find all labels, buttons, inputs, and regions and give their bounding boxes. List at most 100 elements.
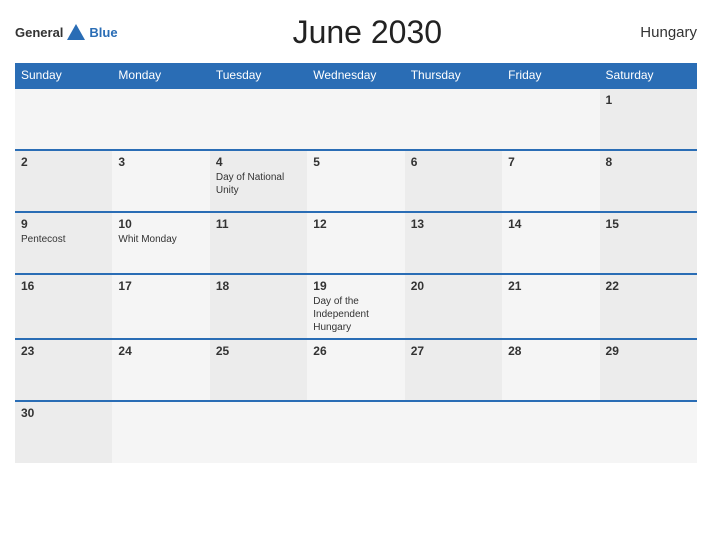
- calendar-day-cell: [405, 401, 502, 463]
- calendar-day-cell: [502, 88, 599, 150]
- day-number: 24: [118, 344, 203, 358]
- calendar-day-cell: 12: [307, 212, 404, 274]
- day-number: 20: [411, 279, 496, 293]
- calendar-day-cell: 24: [112, 339, 209, 401]
- day-number: 23: [21, 344, 106, 358]
- calendar-table: SundayMondayTuesdayWednesdayThursdayFrid…: [15, 63, 697, 463]
- calendar-week-row: 234 Day of National Unity 5678: [15, 150, 697, 212]
- calendar-week-row: 9 Pentecost 10 Whit Monday 11 12 13 14 15: [15, 212, 697, 274]
- logo-icon: [65, 22, 87, 44]
- day-number: 7: [508, 155, 593, 169]
- weekday-header: Wednesday: [307, 63, 404, 88]
- day-event: Pentecost: [21, 233, 106, 246]
- day-number: 29: [606, 344, 691, 358]
- day-number: 8: [606, 155, 691, 169]
- calendar-day-cell: [210, 401, 307, 463]
- calendar-day-cell: 22: [600, 274, 697, 339]
- calendar-day-cell: [210, 88, 307, 150]
- calendar-day-cell: 19 Day of the Independent Hungary: [307, 274, 404, 339]
- calendar-day-cell: 27: [405, 339, 502, 401]
- weekday-header: Thursday: [405, 63, 502, 88]
- calendar-day-cell: 30: [15, 401, 112, 463]
- logo-general-text: General: [15, 25, 63, 40]
- calendar-day-cell: 6: [405, 150, 502, 212]
- day-number: 16: [21, 279, 106, 293]
- logo-blue-text: Blue: [89, 25, 117, 40]
- day-number: 30: [21, 406, 106, 420]
- weekday-header: Friday: [502, 63, 599, 88]
- calendar-day-cell: 11: [210, 212, 307, 274]
- calendar-header: General Blue June 2030 Hungary: [15, 10, 697, 55]
- country-name: Hungary: [617, 24, 697, 41]
- day-number: 3: [118, 155, 203, 169]
- day-number: 2: [21, 155, 106, 169]
- calendar-day-cell: [112, 401, 209, 463]
- calendar-day-cell: 16: [15, 274, 112, 339]
- calendar-day-cell: [15, 88, 112, 150]
- day-number: 26: [313, 344, 398, 358]
- calendar-day-cell: 1: [600, 88, 697, 150]
- day-number: 14: [508, 217, 593, 231]
- day-number: 11: [216, 217, 301, 231]
- day-number: 19: [313, 279, 398, 293]
- day-event: Day of the Independent Hungary: [313, 295, 398, 334]
- day-number: 18: [216, 279, 301, 293]
- calendar-day-cell: 17: [112, 274, 209, 339]
- calendar-day-cell: 2: [15, 150, 112, 212]
- calendar-day-cell: [502, 401, 599, 463]
- day-number: 27: [411, 344, 496, 358]
- day-number: 21: [508, 279, 593, 293]
- calendar-day-cell: 15: [600, 212, 697, 274]
- day-number: 15: [606, 217, 691, 231]
- weekday-header: Saturday: [600, 63, 697, 88]
- calendar-week-row: 1: [15, 88, 697, 150]
- calendar-day-cell: [405, 88, 502, 150]
- day-event: Day of National Unity: [216, 171, 301, 197]
- calendar-day-cell: 14: [502, 212, 599, 274]
- calendar-day-cell: [112, 88, 209, 150]
- calendar-week-row: 30: [15, 401, 697, 463]
- month-title: June 2030: [118, 14, 617, 51]
- calendar-day-cell: 18: [210, 274, 307, 339]
- weekday-row: SundayMondayTuesdayWednesdayThursdayFrid…: [15, 63, 697, 88]
- calendar-day-cell: 9 Pentecost: [15, 212, 112, 274]
- calendar-day-cell: 5: [307, 150, 404, 212]
- calendar-day-cell: [600, 401, 697, 463]
- day-number: 17: [118, 279, 203, 293]
- calendar-day-cell: 4 Day of National Unity: [210, 150, 307, 212]
- calendar-week-row: 23 24 25 26 27 28 29: [15, 339, 697, 401]
- day-number: 22: [606, 279, 691, 293]
- calendar-day-cell: 13: [405, 212, 502, 274]
- calendar-day-cell: 20: [405, 274, 502, 339]
- calendar-day-cell: 3: [112, 150, 209, 212]
- logo: General Blue: [15, 22, 118, 44]
- calendar-day-cell: 25: [210, 339, 307, 401]
- calendar-day-cell: [307, 88, 404, 150]
- weekday-header: Tuesday: [210, 63, 307, 88]
- calendar-day-cell: 23: [15, 339, 112, 401]
- calendar-day-cell: 21: [502, 274, 599, 339]
- day-number: 25: [216, 344, 301, 358]
- calendar-body: 1234Day of National Unity56789Pentecost1…: [15, 88, 697, 463]
- weekday-header: Monday: [112, 63, 209, 88]
- day-number: 9: [21, 217, 106, 231]
- calendar-day-cell: 29: [600, 339, 697, 401]
- calendar-day-cell: 7: [502, 150, 599, 212]
- calendar-day-cell: 28: [502, 339, 599, 401]
- calendar-day-cell: [307, 401, 404, 463]
- day-number: 5: [313, 155, 398, 169]
- day-number: 1: [606, 93, 691, 107]
- calendar-week-row: 16 17 18 19 Day of the Independent Hungary 20…: [15, 274, 697, 339]
- day-number: 4: [216, 155, 301, 169]
- weekday-header: Sunday: [15, 63, 112, 88]
- day-number: 28: [508, 344, 593, 358]
- calendar-header-row: SundayMondayTuesdayWednesdayThursdayFrid…: [15, 63, 697, 88]
- calendar-day-cell: 26: [307, 339, 404, 401]
- day-number: 13: [411, 217, 496, 231]
- day-number: 10: [118, 217, 203, 231]
- day-number: 6: [411, 155, 496, 169]
- calendar-day-cell: 10 Whit Monday: [112, 212, 209, 274]
- day-event: Whit Monday: [118, 233, 203, 246]
- calendar-day-cell: 8: [600, 150, 697, 212]
- day-number: 12: [313, 217, 398, 231]
